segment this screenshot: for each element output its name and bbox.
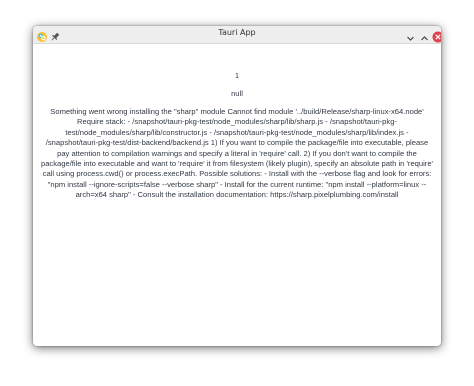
app-window: Tauri App 1 null Something went wrong in… xyxy=(33,26,441,346)
chevron-up-icon xyxy=(421,36,428,41)
close-button[interactable] xyxy=(432,28,441,43)
window-title: Tauri App xyxy=(218,28,256,37)
chevron-down-icon xyxy=(407,36,414,41)
error-message: Something went wrong installing the "sha… xyxy=(40,107,434,200)
title-bar[interactable]: Tauri App xyxy=(33,26,441,44)
close-icon xyxy=(432,31,441,43)
result-null: null xyxy=(231,89,243,98)
webview-content: 1 null Something went wrong installing t… xyxy=(33,44,441,346)
result-number: 1 xyxy=(234,71,240,80)
minimize-button[interactable] xyxy=(405,29,416,41)
maximize-button[interactable] xyxy=(419,29,430,41)
